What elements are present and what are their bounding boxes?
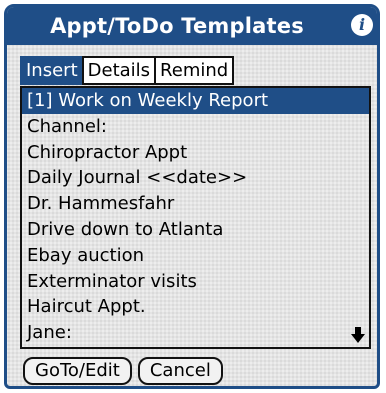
title-bar: Appt/ToDo Templates i — [7, 7, 377, 45]
list-item[interactable]: Exterminator visits — [22, 269, 369, 295]
list-item-selected[interactable]: [1] Work on Weekly Report — [22, 88, 369, 114]
dialog-title: Appt/ToDo Templates — [50, 14, 304, 38]
tab-bar: Insert Details Remind — [20, 56, 235, 85]
list-item[interactable]: Haircut Appt. — [22, 294, 369, 320]
list-item[interactable]: Daily Journal <<date>> — [22, 165, 369, 191]
list-item[interactable]: Ebay auction — [22, 243, 369, 269]
tab-insert[interactable]: Insert — [20, 56, 84, 85]
goto-edit-button[interactable]: GoTo/Edit — [23, 357, 132, 385]
cancel-button[interactable]: Cancel — [137, 357, 223, 385]
template-list: [1] Work on Weekly Report Channel: Chiro… — [20, 86, 371, 349]
info-icon[interactable]: i — [351, 14, 373, 36]
down-arrow-icon[interactable] — [350, 326, 366, 344]
list-item[interactable]: Jane: — [22, 320, 369, 346]
list-item[interactable]: Chiropractor Appt — [22, 140, 369, 166]
tab-remind[interactable]: Remind — [154, 56, 235, 85]
list-item[interactable]: Drive down to Atlanta — [22, 217, 369, 243]
button-row: GoTo/Edit Cancel — [23, 357, 223, 385]
list-item[interactable]: Channel: — [22, 114, 369, 140]
tab-details[interactable]: Details — [81, 56, 157, 85]
list-item[interactable]: Dr. Hammesfahr — [22, 191, 369, 217]
templates-dialog: Appt/ToDo Templates i Insert Details Rem… — [4, 4, 380, 389]
